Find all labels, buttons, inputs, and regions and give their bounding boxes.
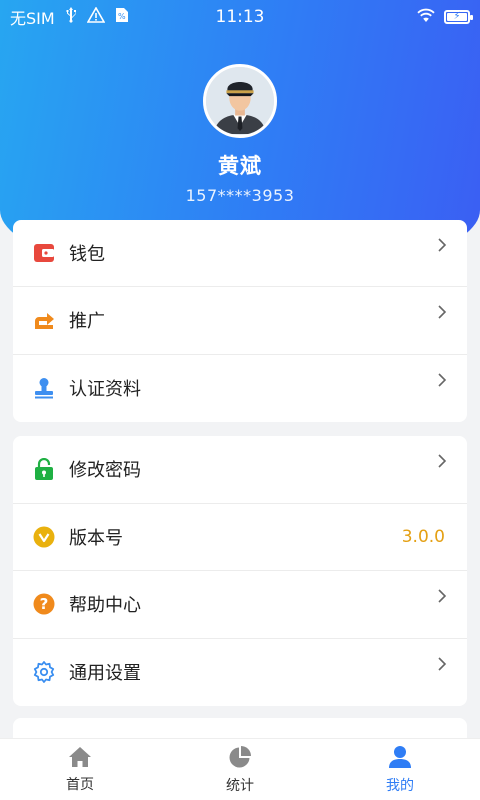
- menu-item-version[interactable]: 版本号 3.0.0: [13, 504, 467, 571]
- user-icon: [389, 745, 411, 768]
- svg-text:%: %: [118, 12, 126, 21]
- menu-item-promotion[interactable]: 推广: [13, 287, 467, 355]
- wifi-icon: [416, 7, 436, 27]
- tab-home[interactable]: 首页: [0, 739, 160, 800]
- profile-section: 黄斌 157****3953: [0, 64, 480, 205]
- version-value: 3.0.0: [401, 526, 445, 547]
- chevron-right-icon: [438, 454, 447, 468]
- menu-item-certification[interactable]: 认证资料: [13, 355, 467, 422]
- menu-item-general-settings[interactable]: 通用设置: [13, 639, 467, 707]
- usb-icon: [65, 7, 77, 27]
- tab-statistics[interactable]: 统计: [160, 739, 320, 800]
- status-bar: 无SIM % 11:13 ⚡: [0, 0, 480, 34]
- home-icon: [69, 746, 91, 767]
- share-icon: [33, 309, 55, 331]
- menu-item-wallet[interactable]: 钱包: [13, 220, 467, 288]
- gear-icon: [33, 661, 55, 684]
- chevron-right-icon: [438, 657, 447, 671]
- svg-text:?: ?: [40, 595, 49, 613]
- chevron-right-icon: [438, 373, 447, 387]
- tab-mine[interactable]: 我的: [320, 739, 480, 800]
- tab-label: 统计: [226, 777, 254, 794]
- sim-icon: %: [115, 7, 129, 27]
- menu-item-change-password[interactable]: 修改密码: [13, 436, 467, 504]
- lock-icon: [33, 458, 55, 481]
- version-check-icon: [33, 526, 55, 548]
- menu-item-label: 帮助中心: [69, 595, 141, 617]
- tab-label: 首页: [66, 776, 94, 793]
- chevron-right-icon: [438, 589, 447, 603]
- profile-phone: 157****3953: [185, 186, 295, 205]
- menu-item-label: 通用设置: [69, 663, 141, 685]
- battery-charging-icon: ⚡: [444, 10, 473, 24]
- menu-item-label: 推广: [69, 311, 105, 333]
- tab-bar: 首页 统计 我的: [0, 738, 480, 800]
- help-icon: ?: [33, 593, 55, 615]
- chevron-right-icon: [438, 238, 447, 252]
- warning-icon: [86, 6, 106, 27]
- menu-item-help-center[interactable]: ? 帮助中心: [13, 571, 467, 639]
- menu-item-label: 修改密码: [69, 460, 141, 482]
- menu-item-label: 版本号: [69, 527, 123, 549]
- wallet-icon: [33, 242, 55, 264]
- avatar[interactable]: [203, 64, 277, 138]
- tab-label: 我的: [386, 777, 414, 794]
- menu-item-label: 钱包: [69, 244, 105, 266]
- menu-group-account: 钱包 推广 认证资料: [13, 220, 467, 422]
- pie-chart-icon: [229, 745, 251, 767]
- profile-name: 黄斌: [218, 154, 262, 178]
- menu-item-label: 认证资料: [69, 379, 141, 401]
- menu-group-settings: 修改密码 版本号 3.0.0 ? 帮助中心 通用设置: [13, 436, 467, 706]
- stamp-icon: [33, 377, 55, 399]
- chevron-right-icon: [438, 305, 447, 320]
- carrier-label: 无SIM: [10, 9, 55, 28]
